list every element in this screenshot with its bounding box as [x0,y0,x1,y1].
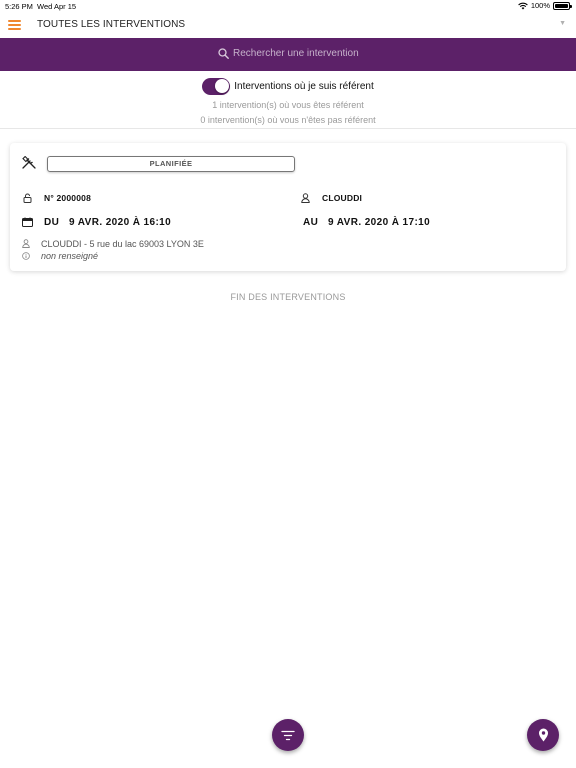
status-date: Wed Apr 15 [37,2,77,11]
calendar-icon [22,217,33,227]
list-end-label: FIN DES INTERVENTIONS [230,292,346,302]
map-button[interactable] [527,719,559,751]
caret-down-icon[interactable]: ▼ [559,20,566,27]
status-indicators: 100% [518,1,572,10]
search-input[interactable]: Rechercher une intervention [218,48,359,59]
search-icon [218,48,229,59]
referent-filter-row: Interventions où je suis référent [0,76,576,96]
intervention-card[interactable]: PLANIFIÉE N° 2000008 CLOUDDI DU 9 AVR. 2… [10,143,566,271]
app-header: TOUTES LES INTERVENTIONS ▼ [0,12,576,38]
referent-toggle[interactable] [202,77,231,95]
intervention-number: N° 2000008 [44,193,91,203]
non-referent-count: 0 intervention(s) où vous n'êtes pas réf… [200,115,376,125]
filter-icon [281,730,295,740]
end-date: 9 AVR. 2020 À 17:10 [328,217,431,228]
intervention-info: non renseigné [41,251,99,261]
start-date: 9 AVR. 2020 À 16:10 [69,217,172,228]
battery-icon [553,1,572,10]
filter-button[interactable] [272,719,304,751]
search-band: Rechercher une intervention [0,38,576,71]
user-icon [22,239,30,248]
page-title: TOUTES LES INTERVENTIONS [37,19,186,30]
status-badge: PLANIFIÉE [47,156,295,172]
info-icon [22,252,30,260]
search-placeholder: Rechercher une intervention [233,48,359,59]
wifi-icon [518,2,528,9]
intervention-address: CLOUDDI - 5 rue du lac 69003 LYON 3E [41,239,204,249]
end-label: AU [303,217,319,228]
start-label: DU [44,217,60,228]
status-time: 5:26 PM [5,2,33,11]
divider [0,128,576,129]
status-bar: 5:26 PM Wed Apr 15 100% [0,0,576,12]
lock-icon [23,193,32,203]
map-pin-icon [538,728,548,742]
user-icon [301,193,310,203]
tools-icon [22,156,36,169]
hamburger-icon[interactable] [8,20,21,30]
battery-percent: 100% [530,1,550,10]
referent-count: 1 intervention(s) où vous êtes référent [212,100,364,110]
client-name: CLOUDDI [322,193,363,203]
referent-toggle-label: Interventions où je suis référent [234,80,374,92]
